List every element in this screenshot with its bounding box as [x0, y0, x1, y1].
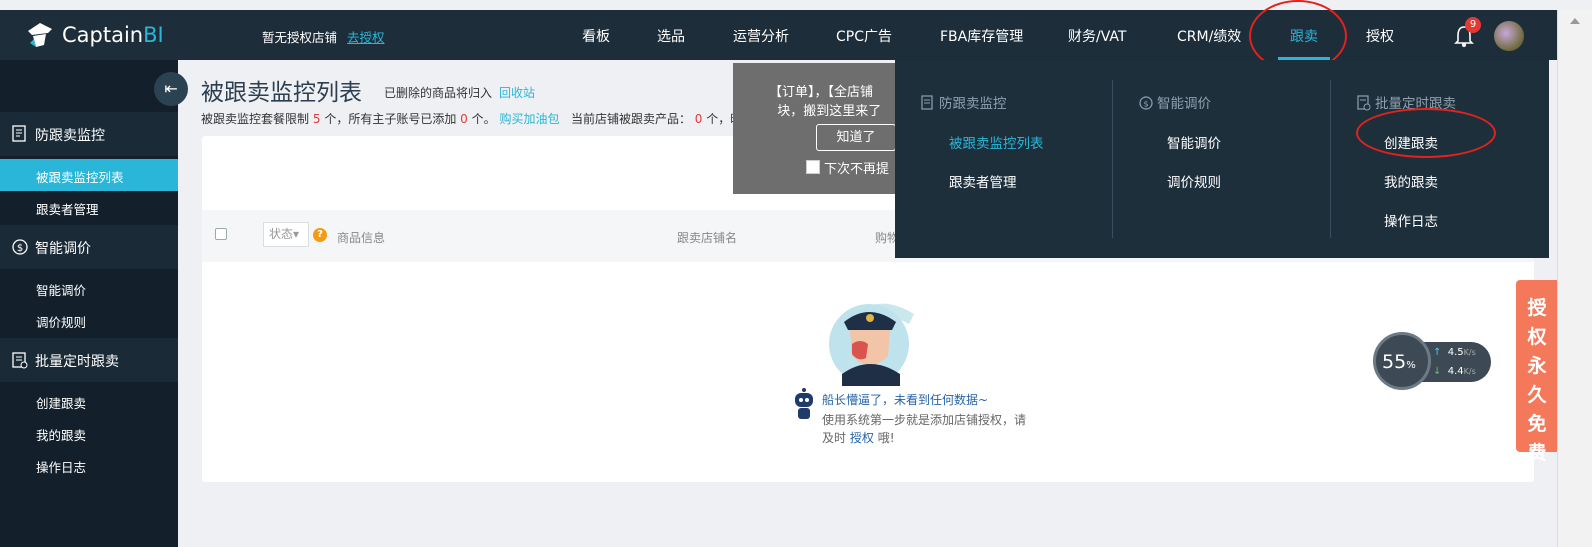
nav-cpc-ads[interactable]: CPC广告 [836, 26, 892, 46]
sidebar-section-monitor[interactable]: 防跟卖监控 [0, 112, 178, 156]
shop-status: 暂无授权店铺 [262, 30, 338, 45]
schedule-doc-icon [1357, 95, 1371, 111]
column-follow-store: 跟卖店铺名 [677, 231, 738, 245]
menu-item-repricing-rules[interactable]: 调价规则 [1167, 171, 1221, 191]
menu-item-smart-repricing[interactable]: 智能调价 [1167, 132, 1221, 152]
logo[interactable]: CaptainBI [24, 19, 164, 51]
nav-product-selection[interactable]: 选品 [657, 26, 685, 46]
captain-hat-logo-icon [28, 23, 52, 47]
dont-show-again-checkbox[interactable] [806, 160, 820, 174]
sidebar: 防跟卖监控 被跟卖监控列表 跟卖者管理 $ 智能调价 智能调价 调价规则 批量定… [0, 60, 178, 547]
nav-authorization[interactable]: 授权 [1366, 26, 1394, 46]
follow-sell-dropdown-menu: 防跟卖监控 被跟卖监控列表 跟卖者管理 $ 智能调价 智能调价 调价规则 批量定时… [895, 60, 1549, 258]
page-title: 被跟卖监控列表 [201, 80, 362, 106]
menu-item-monitor-list[interactable]: 被跟卖监控列表 [949, 132, 1044, 152]
sidebar-item-label: 调价规则 [36, 315, 87, 330]
menu-item-my-follow[interactable]: 我的跟卖 [1384, 171, 1438, 191]
help-icon[interactable]: ? [313, 228, 327, 242]
captain-illustration-icon [829, 303, 914, 386]
nav-fba-inventory[interactable]: FBA库存管理 [940, 26, 1023, 46]
menu-header: 批量定时跟卖 [1357, 92, 1456, 112]
sidebar-section-label: 智能调价 [35, 241, 91, 257]
sidebar-item-my-follow[interactable]: 我的跟卖 [0, 417, 178, 449]
guide-tooltip: 【订单】，【全店铺 块，搬到这里来了 知道了 下次不再提 [733, 63, 896, 194]
sidebar-item-label: 智能调价 [36, 283, 87, 298]
title-note: 已删除的商品将归入 [384, 86, 493, 100]
memory-gauge: 55% [1373, 332, 1431, 390]
sidebar-item-seller-management[interactable]: 跟卖者管理 [0, 191, 178, 223]
sidebar-section-label: 批量定时跟卖 [35, 354, 119, 370]
empty-state-title: 船长懵逼了，未看到任何数据~ [822, 393, 989, 407]
buy-addon-link[interactable]: 购买加油包 [499, 112, 559, 126]
svg-text:$: $ [17, 243, 23, 254]
authorize-link[interactable]: 去授权 [347, 27, 385, 46]
nav-follow-sell[interactable]: 跟卖 [1290, 26, 1318, 46]
dollar-circle-icon: $ [1139, 96, 1153, 110]
download-speed: ↓ 4.4K/s [1433, 366, 1476, 377]
empty-state-description: 使用系统第一步就是添加店铺授权，请 及时 授权 哦! [822, 413, 1027, 445]
authorize-inline-link[interactable]: 授权 [850, 431, 874, 445]
menu-item-operation-log[interactable]: 操作日志 [1384, 210, 1438, 230]
sidebar-item-smart-repricing[interactable]: 智能调价 [0, 272, 178, 304]
menu-header: 防跟卖监控 [921, 92, 1007, 112]
scroll-up-icon[interactable] [1570, 18, 1580, 24]
sidebar-section-label: 防跟卖监控 [35, 128, 105, 144]
sidebar-item-repricing-rules[interactable]: 调价规则 [0, 304, 178, 336]
menu-header: $ 智能调价 [1139, 92, 1211, 112]
menu-column-monitor: 防跟卖监控 被跟卖监控列表 跟卖者管理 [895, 60, 1113, 258]
sidebar-section-repricing[interactable]: $ 智能调价 [0, 225, 178, 269]
recycle-bin-link[interactable]: 回收站 [499, 84, 535, 101]
nav-dashboard[interactable]: 看板 [582, 26, 610, 46]
column-product-info: 商品信息 [337, 231, 386, 245]
got-it-button[interactable]: 知道了 [816, 124, 896, 151]
notification-badge: 9 [1465, 17, 1481, 33]
menu-column-repricing: $ 智能调价 智能调价 调价规则 [1113, 60, 1331, 258]
sidebar-item-label: 被跟卖监控列表 [36, 170, 124, 185]
nav-operations-analysis[interactable]: 运营分析 [733, 26, 789, 46]
sidebar-item-label: 操作日志 [36, 460, 87, 475]
dont-show-again-label: 下次不再提 [824, 162, 890, 177]
dollar-circle-icon: $ [12, 239, 28, 255]
select-all-checkbox[interactable] [215, 228, 227, 240]
free-authorization-tab[interactable]: 授 权 永 久 免 费 [1516, 280, 1558, 464]
monitor-doc-icon [921, 95, 933, 110]
svg-text:$: $ [1143, 100, 1148, 109]
tooltip-text: 【订单】，【全店铺 块，搬到这里来了 [769, 85, 882, 119]
scrollbar[interactable] [1557, 10, 1592, 547]
robot-icon [795, 388, 813, 419]
top-navbar: CaptainBI 暂无授权店铺 去授权 看板 选品 运营分析 CPC广告 FB… [0, 10, 1557, 60]
speed-panel: ↑ 4.5K/s ↓ 4.4K/s [1421, 342, 1491, 382]
menu-collapse-icon[interactable]: ⇤ [154, 72, 188, 106]
schedule-doc-icon [12, 352, 28, 369]
sidebar-item-monitor-list[interactable]: 被跟卖监控列表 [0, 159, 178, 191]
nav-finance-vat[interactable]: 财务/VAT [1068, 26, 1126, 46]
nav-crm[interactable]: CRM/绩效 [1177, 26, 1241, 46]
sidebar-item-label: 我的跟卖 [36, 428, 87, 443]
sidebar-item-label: 创建跟卖 [36, 396, 87, 411]
status-select[interactable]: 状态▾ [263, 222, 309, 247]
avatar[interactable] [1494, 21, 1524, 51]
menu-column-batch-follow: 批量定时跟卖 创建跟卖 我的跟卖 操作日志 [1331, 60, 1549, 258]
network-speed-widget[interactable]: ↑ 4.5K/s ↓ 4.4K/s 55% [1373, 332, 1491, 390]
menu-item-seller-management[interactable]: 跟卖者管理 [949, 171, 1017, 191]
sidebar-item-create-follow[interactable]: 创建跟卖 [0, 385, 178, 417]
logo-text: CaptainBI [62, 23, 164, 47]
menu-item-create-follow[interactable]: 创建跟卖 [1384, 132, 1438, 152]
upload-speed: ↑ 4.5K/s [1433, 347, 1476, 358]
sidebar-item-label: 跟卖者管理 [36, 202, 99, 217]
sidebar-section-batch-follow[interactable]: 批量定时跟卖 [0, 338, 178, 382]
monitor-doc-icon [12, 125, 26, 142]
sidebar-item-operation-log[interactable]: 操作日志 [0, 449, 178, 481]
